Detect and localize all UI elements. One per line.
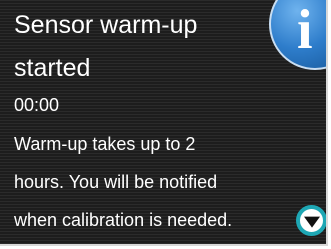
chevron-down-icon [303,216,320,228]
notification-screen: i Sensor warm-up started 00:00 Warm-up t… [0,0,328,246]
info-glyph: i [297,0,313,61]
elapsed-time: 00:00 [14,95,60,115]
notification-title-line-2: started [14,54,91,82]
info-icon[interactable]: i [269,0,326,70]
notification-title-line-1: Sensor warm-up [14,11,198,39]
notification-body-line-2: hours. You will be notified [14,172,218,192]
scroll-down-button[interactable] [296,205,326,236]
notification-body-line-1: Warm-up takes up to 2 [14,134,196,154]
notification-body-line-3: when calibration is needed. [14,210,233,230]
